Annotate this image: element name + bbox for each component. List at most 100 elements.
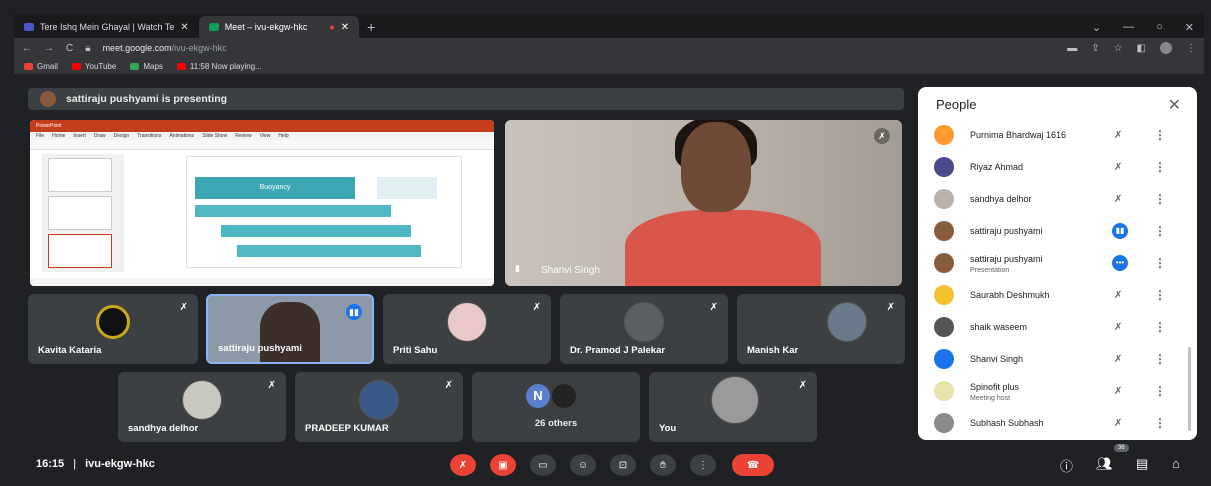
window-close-icon[interactable]: ✕ [1185, 21, 1194, 34]
more-options-icon[interactable]: ⋮ [1154, 352, 1166, 366]
slide-thumbnail [48, 234, 112, 268]
meeting-info-icon[interactable]: ⓘ [1060, 456, 1073, 475]
participant-avatar [934, 221, 954, 241]
people-list-item[interactable]: Purnima Bhardwaj 1616 ✗ ⋮ [918, 120, 1188, 150]
new-tab-icon[interactable]: + [359, 16, 383, 38]
chat-icon[interactable]: ▤ [1136, 456, 1148, 472]
participant-name: Kavita Kataria [38, 345, 102, 356]
people-icon[interactable]: 👥︎ [1096, 456, 1113, 472]
people-panel-title: People [936, 97, 977, 112]
participant-tile[interactable]: ✗ Dr. Pramod J Palekar [560, 294, 728, 364]
screen-share-tile[interactable]: PowerPoint File Home Insert Draw Design … [30, 120, 494, 286]
camera-toggle-button[interactable]: ▣ [490, 454, 516, 476]
people-list-item[interactable]: Spinofit plus Meeting host ✗ ⋮ [918, 376, 1188, 406]
share-icon[interactable]: ⇪ [1091, 43, 1099, 54]
people-panel: People ✕ Purnima Bhardwaj 1616 ✗ ⋮ Riyaz… [918, 87, 1197, 440]
reload-icon[interactable]: C [66, 43, 73, 54]
slide-thumbnail [48, 196, 112, 230]
more-options-icon[interactable]: ⋮ [1154, 224, 1166, 238]
ppt-menu-item: Review [235, 133, 252, 139]
more-options-icon[interactable]: ⋮ [1154, 160, 1166, 174]
mic-off-icon: ✗ [458, 459, 468, 471]
tab-close-icon[interactable]: ✕ [341, 22, 349, 33]
more-options-icon[interactable]: ⋮ [1154, 384, 1166, 398]
more-options-icon[interactable]: ⋮ [1154, 128, 1166, 142]
tab-search-icon[interactable]: ⌄ [1092, 21, 1101, 34]
participant-name: shaik waseem [970, 322, 1028, 332]
leave-call-button[interactable]: ☎︎ [732, 454, 774, 476]
microphone-toggle-button[interactable]: ✗ [450, 454, 476, 476]
more-options-icon[interactable]: ⋮ [1154, 192, 1166, 206]
more-options-icon[interactable]: ⋮ [1154, 256, 1166, 270]
participant-role: Meeting host [970, 395, 1011, 402]
captions-icon: ▭ [538, 459, 548, 471]
forward-icon[interactable]: → [44, 43, 54, 54]
people-list-item[interactable]: Riyaz Ahmad ✗ ⋮ [918, 152, 1188, 182]
speaking-indicator-icon: ▮▮ [346, 304, 362, 320]
more-options-button[interactable]: ⋮ [690, 454, 716, 476]
participant-tile[interactable]: ✗ Priti Sahu [383, 294, 551, 364]
bookmark-star-icon[interactable]: ☆ [1114, 43, 1123, 54]
participant-tile[interactable]: ✗ PRADEEP KUMAR [295, 372, 463, 442]
people-list-item[interactable]: sandhya delhor ✗ ⋮ [918, 184, 1188, 214]
more-options-icon[interactable]: ⋮ [1154, 288, 1166, 302]
camera-icon[interactable]: ▬ [1067, 43, 1077, 54]
others-count: 26 others [534, 418, 578, 429]
mic-muted-icon: ✗ [1114, 161, 1123, 173]
participant-video [625, 210, 821, 286]
tab-close-icon[interactable]: ✕ [180, 22, 188, 33]
people-list-item[interactable]: Subhash Subhash ✗ ⋮ [918, 408, 1188, 438]
profile-avatar[interactable] [1160, 42, 1172, 54]
participant-name: Subhash Subhash [970, 418, 1044, 428]
bookmark-maps[interactable]: Maps [130, 62, 163, 71]
back-icon[interactable]: ← [22, 43, 32, 54]
presenter-avatar [40, 91, 56, 107]
participant-avatar [934, 381, 954, 401]
emoji-icon: ☺ [577, 459, 589, 471]
close-icon[interactable]: ✕ [1168, 95, 1181, 115]
restore-icon[interactable]: ○ [1156, 21, 1163, 33]
browser-tab-tere-ishq[interactable]: Tere Ishq Mein Ghayal | Watch Te ✕ [14, 16, 199, 38]
raise-hand-button[interactable]: ✋︎ [650, 454, 676, 476]
bookmark-now-playing[interactable]: 11:58 Now playing... [176, 62, 262, 71]
sidebar-icon[interactable]: ◧ [1137, 43, 1146, 54]
participant-name: Dr. Pramod J Palekar [570, 345, 666, 356]
bookmark-youtube[interactable]: YouTube [71, 62, 116, 71]
participant-name: Priti Sahu [393, 345, 438, 356]
browser-tab-meet[interactable]: Meet – ivu-ekgw-hkc ● ✕ [198, 16, 360, 38]
participant-tile[interactable]: ✗ Manish Kar [737, 294, 905, 364]
participant-tile[interactable]: ✗ Kavita Kataria [28, 294, 198, 364]
people-list-item[interactable]: Saurabh Deshmukh ✗ ⋮ [918, 280, 1188, 310]
people-scrollbar[interactable] [1188, 347, 1191, 431]
mic-muted-icon: ✗ [798, 380, 807, 391]
lock-icon[interactable]: 🔒︎ [85, 43, 90, 54]
reactions-button[interactable]: ☺ [570, 454, 596, 476]
self-tile[interactable]: ✗ You [649, 372, 817, 442]
participant-avatar [934, 317, 954, 337]
others-tile[interactable]: N 26 others [472, 372, 640, 442]
participant-tile-active-speaker[interactable]: ▮▮ sattiraju pushyami [206, 294, 374, 364]
participant-name: PRADEEP KUMAR [305, 423, 389, 434]
menu-kebab-icon[interactable]: ⋮ [1186, 43, 1196, 54]
url-field[interactable]: meet.google.com/ivu-ekgw-hkc [103, 43, 227, 53]
participant-count-badge: 36 [1114, 444, 1129, 452]
people-list-item[interactable]: Shanvi Singh ✗ ⋮ [918, 344, 1188, 374]
participant-name: sattiraju pushyami [970, 254, 1043, 264]
participant-tile-shanvi-singh[interactable]: ✗ ▮ Shanvi Singh [505, 120, 902, 286]
youtube-icon [176, 62, 186, 70]
pin-icon[interactable]: ▮ [515, 263, 520, 274]
activities-icon[interactable]: ⌂ [1172, 456, 1180, 471]
captions-button[interactable]: ▭ [530, 454, 556, 476]
people-list-item[interactable]: sattiraju pushyami Presentation ••• ⋮ [918, 248, 1188, 278]
participant-avatar [934, 125, 954, 145]
more-options-icon[interactable]: ⋮ [1154, 416, 1166, 430]
present-button[interactable]: ⊡ [610, 454, 636, 476]
minimize-icon[interactable]: — [1123, 21, 1134, 33]
participant-name: Spinofit plus [970, 382, 1020, 392]
people-list-item[interactable]: shaik waseem ✗ ⋮ [918, 312, 1188, 342]
bookmark-gmail[interactable]: Gmail [24, 62, 58, 71]
people-list-item[interactable]: sattiraju pushyami ▮▮ ⋮ [918, 216, 1188, 246]
more-options-icon[interactable]: ⋮ [1154, 320, 1166, 334]
participant-tile[interactable]: ✗ sandhya delhor [118, 372, 286, 442]
mic-muted-icon: ✗ [709, 302, 718, 313]
